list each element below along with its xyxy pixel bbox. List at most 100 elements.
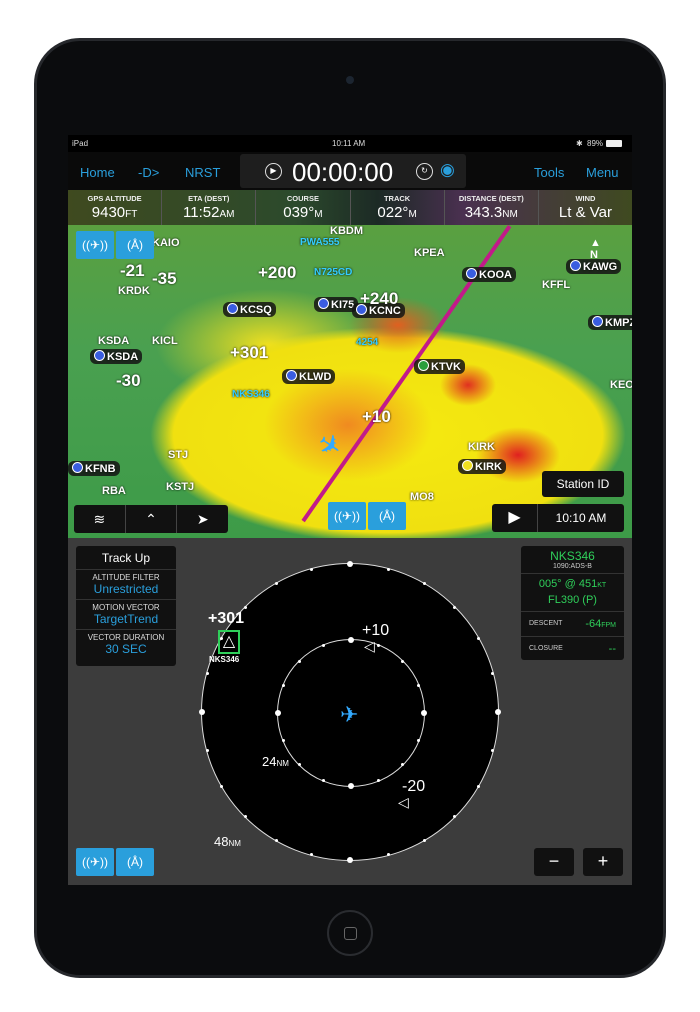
ads-b-in-icon[interactable]: ((✈)) [76, 848, 114, 876]
target-source: 1090:ADS-B [521, 563, 624, 574]
range-ring-dot [205, 748, 209, 752]
zoom-in-button[interactable]: + [583, 848, 623, 876]
traffic-altitude-tag[interactable]: +301 [230, 343, 268, 363]
play-icon[interactable]: ▶ [492, 504, 538, 532]
reset-icon[interactable]: ↻ [416, 163, 433, 180]
airport-label[interactable]: MO8 [410, 491, 434, 503]
range-ring-dot [274, 582, 278, 586]
traffic-arrow-icon[interactable]: ◁ [398, 794, 409, 811]
range-ring-dot [243, 605, 247, 609]
airport-label[interactable]: KLWD [282, 369, 336, 384]
traffic-altitude-tag[interactable]: +240 [360, 289, 398, 309]
airport-label[interactable]: KSTJ [166, 481, 194, 493]
target-track-speed: 005° @ 451KT [538, 578, 607, 590]
range-ring-dot [416, 683, 420, 687]
top-nav: Home -D> NRST ▶ 00:00:00 ↻ ◉ Tools Menu [68, 152, 632, 190]
traffic-altitude-tag[interactable]: +200 [258, 263, 296, 283]
traffic-altitude-tag[interactable]: -21 [120, 261, 145, 281]
airport-label[interactable]: KFFL [542, 279, 570, 291]
station-id-button[interactable]: Station ID [542, 471, 624, 497]
airport-label[interactable]: KRDK [118, 285, 150, 297]
altitude-filter-setting[interactable]: ALTITUDE FILTER Unrestricted [76, 570, 176, 600]
range-ring-dot [348, 637, 354, 643]
range-ring-dot [491, 748, 495, 752]
vector-duration-setting[interactable]: VECTOR DURATION 30 SEC [76, 630, 176, 659]
airport-label[interactable]: KOOA [462, 267, 516, 282]
distance-dest[interactable]: DISTANCE (DEST) 343.3NM [445, 190, 539, 225]
range-ring-dot [347, 561, 353, 567]
range-ring-dot [386, 853, 390, 857]
traffic-altitude-tag[interactable]: -30 [116, 371, 141, 391]
airport-label[interactable]: KIRK [468, 441, 495, 453]
direct-to-button[interactable]: -D> [138, 165, 159, 180]
layers-icon[interactable]: ≋ [74, 505, 126, 533]
adsb-tower-icon[interactable]: (Å) [368, 502, 406, 530]
tools-button[interactable]: Tools [534, 165, 564, 180]
traffic-radar-display[interactable]: ✈ 24NM +10 ◁ -20 ◁ [199, 561, 501, 863]
airport-label[interactable]: KBDM [330, 225, 363, 237]
airport-label[interactable]: KAWG [566, 259, 622, 274]
motion-vector-setting[interactable]: MOTION VECTOR TargetTrend [76, 600, 176, 630]
gps-altitude[interactable]: GPS ALTITUDE 9430FT [68, 190, 163, 225]
range-ring-dot [243, 815, 247, 819]
range-ring-dot [297, 659, 301, 663]
adsb-tower-icon[interactable]: (Å) [116, 848, 154, 876]
wind[interactable]: WIND Lt & Var [539, 190, 632, 225]
target-descent: DESCENT -64FPM [521, 612, 624, 637]
range-ring-dot [205, 672, 209, 676]
north-indicator[interactable]: ▲ N [590, 237, 601, 261]
ads-b-in-icon[interactable]: ((✈)) [76, 231, 114, 259]
home-hardware-button[interactable] [327, 910, 373, 956]
traffic-altitude-tag[interactable]: -35 [152, 269, 177, 289]
airport-label[interactable]: RBA [102, 485, 126, 497]
traffic-layer-toggles: ((✈)) (Å) [328, 502, 406, 530]
traffic-id[interactable]: 4254 [356, 337, 378, 348]
airport-label[interactable]: STJ [168, 449, 188, 461]
airport-label[interactable]: KICL [152, 335, 178, 347]
traffic-arrow-icon[interactable]: ◁ [364, 638, 375, 655]
selected-traffic-id: NKS346 [209, 655, 240, 664]
airport-label[interactable]: KEO [610, 379, 632, 391]
course[interactable]: COURSE 039°M [256, 190, 351, 225]
airport-label[interactable]: KMPZ [588, 315, 632, 330]
track-up-icon[interactable]: ➤ [177, 505, 228, 533]
camera [346, 76, 354, 84]
status-bar: iPad 10:11 AM ✱ 89% [68, 135, 632, 152]
airport-label[interactable]: KAIO [152, 237, 180, 249]
airport-label[interactable]: KPEA [414, 247, 445, 259]
airport-label[interactable]: KFNB [68, 461, 120, 476]
airport-label[interactable]: KSDA [90, 349, 143, 364]
play-icon[interactable]: ▶ [265, 163, 282, 180]
traffic-id[interactable]: N725CD [314, 267, 352, 278]
airport-label[interactable]: KCSQ [223, 302, 276, 317]
traffic-altitude-tag[interactable]: +10 [362, 407, 391, 427]
zoom-out-button[interactable]: − [534, 848, 574, 876]
moving-map[interactable]: KAIO KRDK KSDA KSDA KICL KCSQ KI75 KCNC … [68, 225, 632, 538]
track[interactable]: TRACK 022°M [351, 190, 445, 225]
range-ring-dot [275, 710, 281, 716]
connext-icon[interactable]: ◉ [440, 160, 455, 180]
profile-view-icon[interactable]: ⌃ [126, 505, 178, 533]
airport-label[interactable]: KIRK [458, 459, 506, 474]
bluetooth-icon: ✱ [576, 139, 583, 148]
eta-dest[interactable]: ETA (DEST) 11:52AM [162, 190, 257, 225]
range-ring-dot [421, 710, 427, 716]
traffic-id[interactable]: PWA555 [300, 237, 339, 248]
ads-b-in-icon[interactable]: ((✈)) [328, 502, 366, 530]
range-ring-dot [347, 857, 353, 863]
adsb-tower-icon[interactable]: (Å) [116, 231, 154, 259]
airport-label[interactable]: KTVK [414, 359, 465, 374]
home-button[interactable]: Home [80, 165, 115, 180]
traffic-target-label[interactable]: +301 [208, 610, 244, 628]
flight-timer: ▶ 00:00:00 ↻ ◉ [240, 154, 466, 188]
nrst-button[interactable]: NRST [185, 165, 220, 180]
orientation-button[interactable]: Track Up [76, 546, 176, 570]
menu-button[interactable]: Menu [586, 165, 619, 180]
traffic-layer-toggles: ((✈)) (Å) [76, 231, 154, 259]
ownship-airplane-icon: ✈ [340, 702, 359, 727]
traffic-id[interactable]: NKS346 [232, 389, 270, 400]
airport-label[interactable]: KSDA [98, 335, 129, 347]
selected-traffic-icon[interactable]: △ [218, 630, 240, 654]
range-label: 48NM [214, 834, 241, 849]
range-ring-dot [297, 763, 301, 767]
